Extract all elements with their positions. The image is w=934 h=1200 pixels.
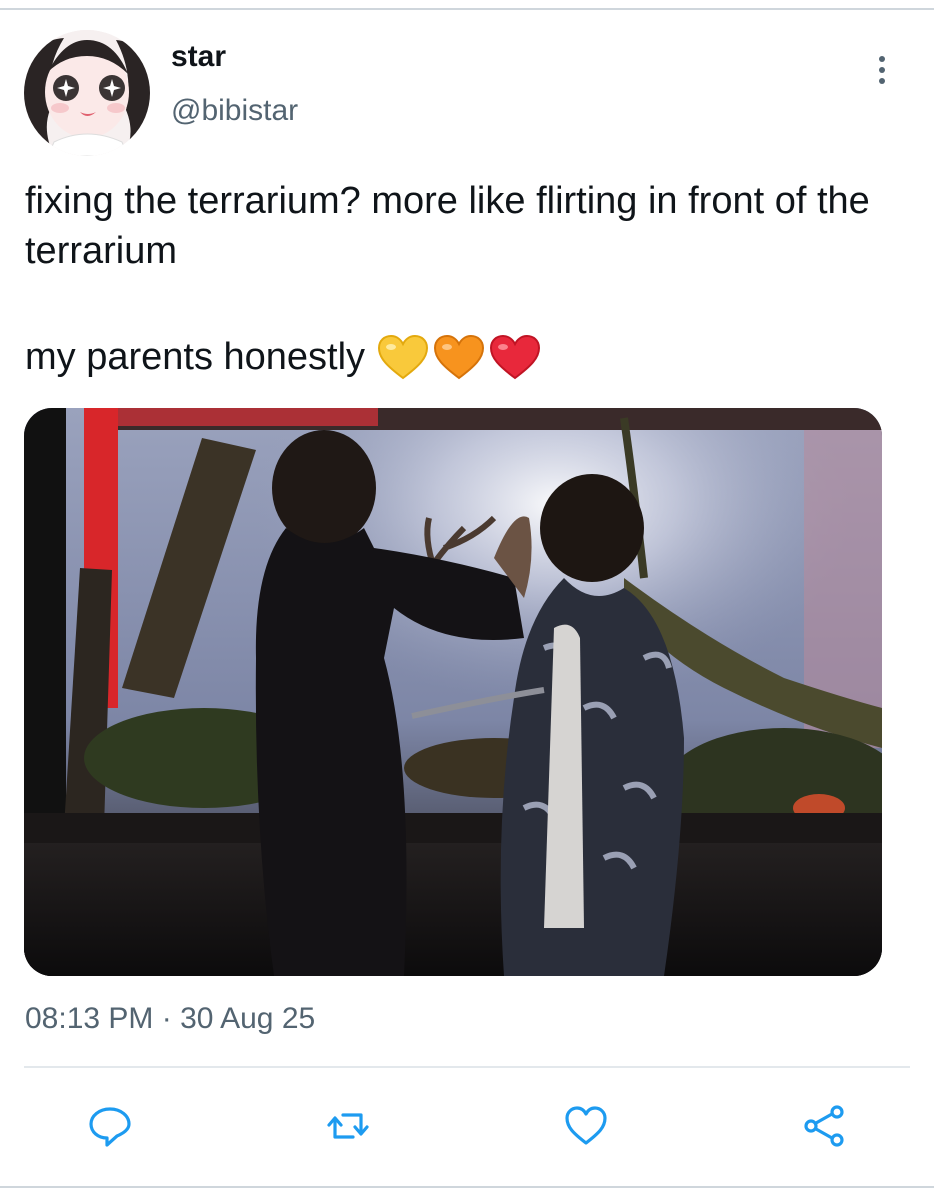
top-divider [0,8,934,10]
share-icon [804,1105,844,1147]
bottom-divider [0,1186,934,1188]
user-handle[interactable]: @bibistar [171,94,298,128]
tweet-text-line-2: my parents honestly [25,332,905,382]
retweet-icon [327,1113,369,1139]
reply-button[interactable] [84,1100,136,1152]
like-button[interactable] [560,1100,612,1152]
more-options-icon [879,56,885,62]
like-icon [565,1106,607,1145]
tweet-timestamp[interactable]: 08:13 PM · 30 Aug 25 [25,1002,315,1036]
tweet-text: fixing the terrarium? more like flirting… [25,180,870,272]
more-options-icon-dot [879,78,885,84]
tweet-media-image[interactable] [24,408,882,976]
terrarium-photo [24,408,882,976]
avatar[interactable] [24,30,150,156]
red-heart-icon [490,334,541,380]
actions-divider [24,1066,910,1068]
more-options-button[interactable] [866,50,898,90]
share-button[interactable] [798,1100,850,1152]
avatar-illustration [24,30,150,156]
more-options-icon-dot [879,67,885,73]
reply-icon [89,1107,131,1147]
yellow-heart-icon [378,334,429,380]
orange-heart-icon [434,334,485,380]
tweet-text-second-paragraph: my parents honestly [25,336,366,378]
emoji-group [377,334,541,380]
display-name[interactable]: star [171,40,226,74]
retweet-button[interactable] [322,1100,374,1152]
